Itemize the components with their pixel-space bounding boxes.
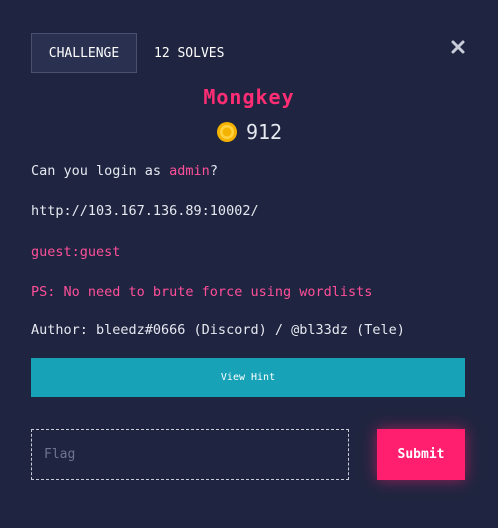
- close-icon[interactable]: [449, 38, 467, 56]
- submit-button[interactable]: Submit: [377, 429, 465, 480]
- description-prefix: Can you login as: [31, 163, 170, 179]
- challenge-url: http://103.167.136.89:10002/: [31, 203, 259, 219]
- credentials: guest:guest: [31, 244, 121, 260]
- challenge-value: 912: [245, 120, 283, 144]
- flag-input[interactable]: [31, 429, 349, 480]
- coin-icon: [216, 122, 237, 142]
- author: Author: bleedz#0666 (Discord) / @bl33dz …: [31, 322, 405, 338]
- description-suffix: ?: [209, 163, 218, 179]
- tab-solves[interactable]: 12 SOLVES: [154, 33, 224, 73]
- description-user: admin: [169, 163, 210, 179]
- challenge-title: Mongkey: [203, 85, 295, 109]
- description-line: Can you login as admin?: [31, 163, 218, 179]
- challenge-value-row: 912: [0, 120, 498, 144]
- note: PS: No need to brute force using wordlis…: [31, 284, 373, 300]
- view-hint-button[interactable]: View Hint: [31, 358, 465, 397]
- tab-challenge[interactable]: CHALLENGE: [31, 33, 137, 73]
